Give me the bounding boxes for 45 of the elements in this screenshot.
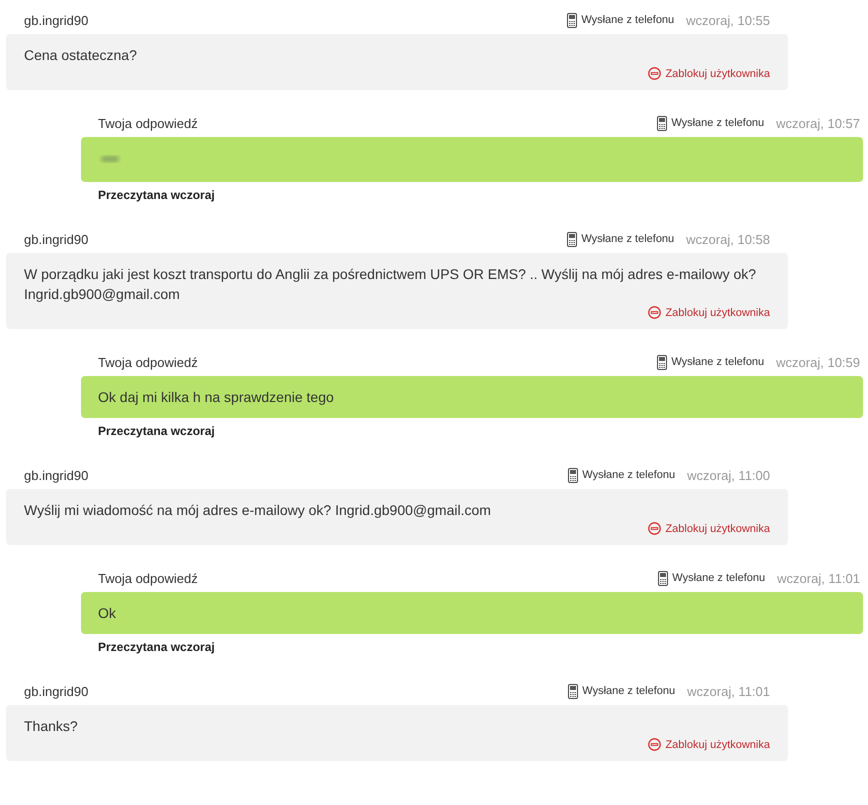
author-name: Twoja odpowiedź xyxy=(98,116,199,130)
author-name: Twoja odpowiedź xyxy=(98,570,199,586)
phone-icon xyxy=(657,354,668,370)
block-icon xyxy=(648,67,662,80)
block-icon xyxy=(648,306,662,319)
author-name: gb.ingrid90 xyxy=(24,468,90,482)
phone-icon xyxy=(658,570,668,586)
message-time: wczoraj, 10:59 xyxy=(776,354,860,370)
message-time: wczoraj, 10:55 xyxy=(686,12,770,28)
message-text: Wyślij mi wiadomość na mój adres e-mailowy ok? Ingrid.gb900@gmail.com xyxy=(24,501,492,520)
device-label: Wysłane z telefonu xyxy=(581,233,674,245)
author-name: Twoja odpowiedź xyxy=(98,354,199,370)
message-text: W porządku jaki jest koszt transportu do Anglii za pośrednictwem UPS OR EMS? .. Wyślij na mój adres e-mailowy ok? Ingrid.gb900@gmail.com xyxy=(24,265,758,304)
block-user-link[interactable]: Zablokuj użytkownika xyxy=(648,67,770,80)
message-text: Ok daj mi kilka h na sprawdzenie tego xyxy=(98,388,335,407)
author-name: gb.ingrid90 xyxy=(24,232,90,246)
message-time: wczoraj, 11:01 xyxy=(687,684,770,698)
message-text: Ok xyxy=(98,604,117,623)
phone-icon xyxy=(568,468,578,482)
block-user-link[interactable]: Zablokuj użytkownika xyxy=(648,738,770,751)
device-label: Wysłane z telefonu xyxy=(582,469,676,481)
block-icon xyxy=(648,738,662,751)
phone-icon xyxy=(567,12,578,28)
device-label: Wysłane z telefonu xyxy=(582,685,676,697)
read-status: Przeczytana wczoraj xyxy=(97,187,215,202)
phone-icon xyxy=(568,684,578,698)
message-text: Cena ostateczna? xyxy=(24,46,138,65)
read-status: Przeczytana wczoraj xyxy=(97,423,215,438)
message-time: wczoraj, 11:00 xyxy=(687,468,770,482)
read-status: Przeczytana wczoraj xyxy=(97,639,215,654)
message-time: wczoraj, 10:57 xyxy=(776,116,860,130)
device-label: Wysłane z telefonu xyxy=(581,14,674,26)
message-time: wczoraj, 11:01 xyxy=(777,570,860,586)
block-user-link[interactable]: Zablokuj użytkownika xyxy=(648,522,770,535)
author-name: gb.ingrid90 xyxy=(24,684,90,698)
device-label: Wysłane z telefonu xyxy=(671,356,764,368)
device-label: Wysłane z telefonu xyxy=(672,572,766,584)
block-user-link[interactable]: Zablokuj użytkownika xyxy=(648,306,770,319)
message-text: Thanks? xyxy=(24,717,79,736)
message-time: wczoraj, 10:58 xyxy=(686,232,770,246)
device-label: Wysłane z telefonu xyxy=(671,117,764,129)
block-icon xyxy=(648,522,662,535)
phone-icon xyxy=(567,232,578,246)
author-name: gb.ingrid90 xyxy=(24,12,90,28)
phone-icon xyxy=(657,116,668,130)
